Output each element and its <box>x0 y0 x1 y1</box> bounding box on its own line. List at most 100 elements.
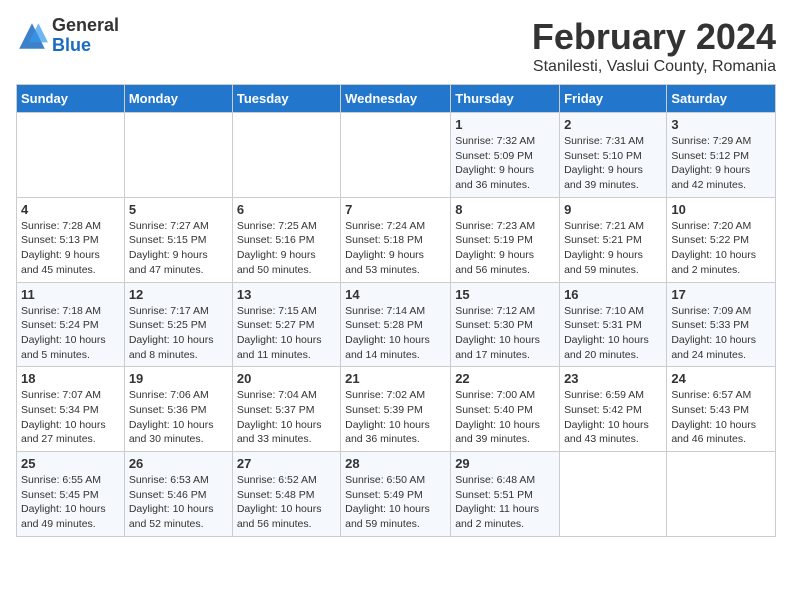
day-number: 28 <box>345 456 446 471</box>
day-cell: 13 Sunrise: 7:15 AM Sunset: 5:27 PM Dayli… <box>232 282 340 367</box>
day-cell: 5 Sunrise: 7:27 AM Sunset: 5:15 PM Daylig… <box>124 197 232 282</box>
day-number: 1 <box>455 117 555 132</box>
day-cell: 10Sunrise: 7:20 AM Sunset: 5:22 PM Dayli… <box>667 197 776 282</box>
day-info: Sunrise: 7:12 AM Sunset: 5:30 PM Dayligh… <box>455 304 555 363</box>
day-cell: 2 Sunrise: 7:31 AM Sunset: 5:10 PM Daylig… <box>560 113 667 198</box>
day-number: 27 <box>237 456 336 471</box>
logo-icon <box>16 20 48 52</box>
logo-blue: Blue <box>52 36 119 56</box>
week-row-1: 1Sunrise: 7:32 AM Sunset: 5:09 PM Daylig… <box>17 113 776 198</box>
day-number: 20 <box>237 371 336 386</box>
day-cell: 9Sunrise: 7:21 AM Sunset: 5:21 PM Daylig… <box>560 197 667 282</box>
week-row-2: 4 Sunrise: 7:28 AM Sunset: 5:13 PM Daylig… <box>17 197 776 282</box>
day-cell: 25 Sunrise: 6:55 AM Sunset: 5:45 PM Dayli… <box>17 452 125 537</box>
day-info: Sunrise: 7:25 AM Sunset: 5:16 PM Dayligh… <box>237 219 336 278</box>
day-cell: 17Sunrise: 7:09 AM Sunset: 5:33 PM Dayli… <box>667 282 776 367</box>
day-info: Sunrise: 6:48 AM Sunset: 5:51 PM Dayligh… <box>455 473 555 532</box>
day-info: Sunrise: 6:50 AM Sunset: 5:49 PM Dayligh… <box>345 473 446 532</box>
day-info: Sunrise: 7:02 AM Sunset: 5:39 PM Dayligh… <box>345 388 446 447</box>
day-number: 10 <box>671 202 771 217</box>
day-cell <box>17 113 125 198</box>
calendar-header: SundayMondayTuesdayWednesdayThursdayFrid… <box>17 85 776 113</box>
day-info: Sunrise: 7:04 AM Sunset: 5:37 PM Dayligh… <box>237 388 336 447</box>
calendar-body: 1Sunrise: 7:32 AM Sunset: 5:09 PM Daylig… <box>17 113 776 537</box>
day-number: 25 <box>21 456 120 471</box>
location: Stanilesti, Vaslui County, Romania <box>532 58 776 76</box>
day-cell: 21Sunrise: 7:02 AM Sunset: 5:39 PM Dayli… <box>341 367 451 452</box>
day-cell <box>341 113 451 198</box>
day-number: 6 <box>237 202 336 217</box>
day-cell: 12 Sunrise: 7:17 AM Sunset: 5:25 PM Dayli… <box>124 282 232 367</box>
page-header: General Blue February 2024 Stanilesti, V… <box>16 16 776 76</box>
day-info: Sunrise: 6:53 AM Sunset: 5:46 PM Dayligh… <box>129 473 228 532</box>
day-info: Sunrise: 6:57 AM Sunset: 5:43 PM Dayligh… <box>671 388 771 447</box>
day-cell: 27 Sunrise: 6:52 AM Sunset: 5:48 PM Dayli… <box>232 452 340 537</box>
day-cell <box>560 452 667 537</box>
day-info: Sunrise: 7:15 AM Sunset: 5:27 PM Dayligh… <box>237 304 336 363</box>
day-cell <box>232 113 340 198</box>
day-cell: 20 Sunrise: 7:04 AM Sunset: 5:37 PM Dayli… <box>232 367 340 452</box>
day-number: 26 <box>129 456 228 471</box>
day-number: 12 <box>129 287 228 302</box>
day-cell: 6 Sunrise: 7:25 AM Sunset: 5:16 PM Daylig… <box>232 197 340 282</box>
day-info: Sunrise: 7:27 AM Sunset: 5:15 PM Dayligh… <box>129 219 228 278</box>
weekday-thursday: Thursday <box>451 85 560 113</box>
day-cell: 3 Sunrise: 7:29 AM Sunset: 5:12 PM Daylig… <box>667 113 776 198</box>
day-number: 29 <box>455 456 555 471</box>
day-info: Sunrise: 7:06 AM Sunset: 5:36 PM Dayligh… <box>129 388 228 447</box>
day-cell: 8 Sunrise: 7:23 AM Sunset: 5:19 PM Daylig… <box>451 197 560 282</box>
day-info: Sunrise: 7:07 AM Sunset: 5:34 PM Dayligh… <box>21 388 120 447</box>
day-cell: 4 Sunrise: 7:28 AM Sunset: 5:13 PM Daylig… <box>17 197 125 282</box>
day-cell: 19Sunrise: 7:06 AM Sunset: 5:36 PM Dayli… <box>124 367 232 452</box>
weekday-saturday: Saturday <box>667 85 776 113</box>
day-info: Sunrise: 7:09 AM Sunset: 5:33 PM Dayligh… <box>671 304 771 363</box>
day-cell: 16Sunrise: 7:10 AM Sunset: 5:31 PM Dayli… <box>560 282 667 367</box>
calendar-table: SundayMondayTuesdayWednesdayThursdayFrid… <box>16 84 776 537</box>
day-cell: 26 Sunrise: 6:53 AM Sunset: 5:46 PM Dayli… <box>124 452 232 537</box>
day-cell: 1Sunrise: 7:32 AM Sunset: 5:09 PM Daylig… <box>451 113 560 198</box>
day-number: 5 <box>129 202 228 217</box>
day-number: 13 <box>237 287 336 302</box>
logo-text: General Blue <box>52 16 119 56</box>
title-block: February 2024 Stanilesti, Vaslui County,… <box>532 16 776 76</box>
day-cell <box>124 113 232 198</box>
week-row-4: 18 Sunrise: 7:07 AM Sunset: 5:34 PM Dayli… <box>17 367 776 452</box>
day-info: Sunrise: 6:59 AM Sunset: 5:42 PM Dayligh… <box>564 388 662 447</box>
day-info: Sunrise: 7:00 AM Sunset: 5:40 PM Dayligh… <box>455 388 555 447</box>
day-number: 14 <box>345 287 446 302</box>
day-info: Sunrise: 7:31 AM Sunset: 5:10 PM Dayligh… <box>564 134 662 193</box>
weekday-tuesday: Tuesday <box>232 85 340 113</box>
day-number: 24 <box>671 371 771 386</box>
day-info: Sunrise: 7:23 AM Sunset: 5:19 PM Dayligh… <box>455 219 555 278</box>
weekday-friday: Friday <box>560 85 667 113</box>
day-info: Sunrise: 7:21 AM Sunset: 5:21 PM Dayligh… <box>564 219 662 278</box>
logo-general: General <box>52 16 119 36</box>
day-info: Sunrise: 7:18 AM Sunset: 5:24 PM Dayligh… <box>21 304 120 363</box>
day-number: 2 <box>564 117 662 132</box>
day-info: Sunrise: 7:17 AM Sunset: 5:25 PM Dayligh… <box>129 304 228 363</box>
day-number: 3 <box>671 117 771 132</box>
day-number: 23 <box>564 371 662 386</box>
day-info: Sunrise: 7:28 AM Sunset: 5:13 PM Dayligh… <box>21 219 120 278</box>
day-cell: 24 Sunrise: 6:57 AM Sunset: 5:43 PM Dayli… <box>667 367 776 452</box>
day-number: 8 <box>455 202 555 217</box>
day-number: 18 <box>21 371 120 386</box>
weekday-monday: Monday <box>124 85 232 113</box>
day-cell: 11Sunrise: 7:18 AM Sunset: 5:24 PM Dayli… <box>17 282 125 367</box>
day-info: Sunrise: 6:52 AM Sunset: 5:48 PM Dayligh… <box>237 473 336 532</box>
day-number: 7 <box>345 202 446 217</box>
day-number: 4 <box>21 202 120 217</box>
day-info: Sunrise: 7:29 AM Sunset: 5:12 PM Dayligh… <box>671 134 771 193</box>
day-cell: 23 Sunrise: 6:59 AM Sunset: 5:42 PM Dayli… <box>560 367 667 452</box>
day-number: 15 <box>455 287 555 302</box>
week-row-3: 11Sunrise: 7:18 AM Sunset: 5:24 PM Dayli… <box>17 282 776 367</box>
day-info: Sunrise: 7:24 AM Sunset: 5:18 PM Dayligh… <box>345 219 446 278</box>
day-number: 16 <box>564 287 662 302</box>
week-row-5: 25 Sunrise: 6:55 AM Sunset: 5:45 PM Dayli… <box>17 452 776 537</box>
day-cell: 7 Sunrise: 7:24 AM Sunset: 5:18 PM Daylig… <box>341 197 451 282</box>
weekday-sunday: Sunday <box>17 85 125 113</box>
weekday-header-row: SundayMondayTuesdayWednesdayThursdayFrid… <box>17 85 776 113</box>
day-info: Sunrise: 7:14 AM Sunset: 5:28 PM Dayligh… <box>345 304 446 363</box>
day-number: 22 <box>455 371 555 386</box>
day-info: Sunrise: 6:55 AM Sunset: 5:45 PM Dayligh… <box>21 473 120 532</box>
